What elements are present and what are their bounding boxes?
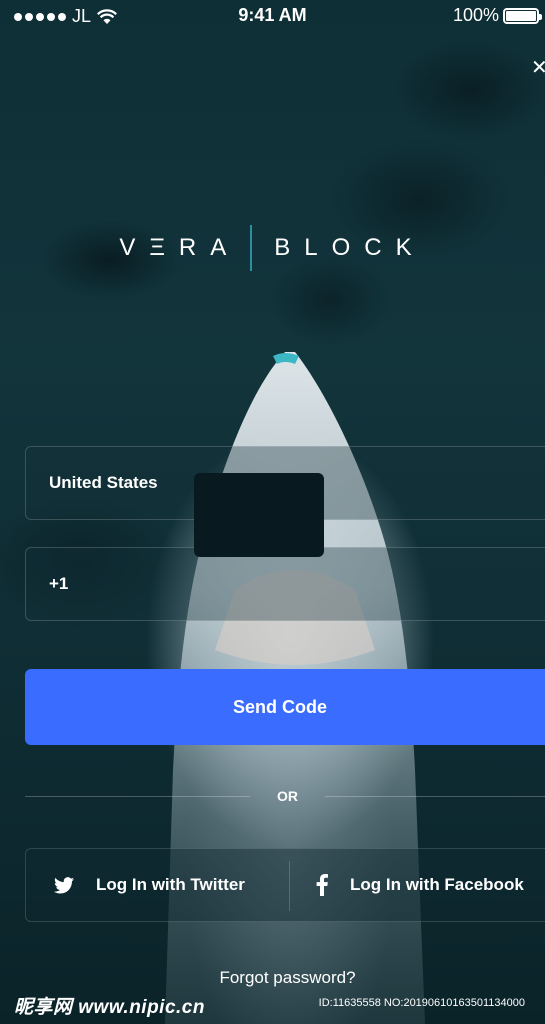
status-bar: JL 9:41 AM 100% [0,0,545,32]
phone-number-input[interactable]: +1 [25,547,545,621]
close-icon[interactable]: ✕ [531,55,545,80]
battery-icon [503,7,542,24]
logo-left-text: VΞRA [119,234,241,261]
logo-right-text: BLOCK [274,234,426,261]
social-login-panel: Log In with Twitter Log In with Facebook [25,848,545,922]
or-divider: OR [25,786,545,808]
watermark-id: ID:11635558 NO:20190610163501134000 [318,997,525,1009]
forgot-password-link[interactable]: Forgot password? [0,968,545,988]
social-divider [289,861,290,911]
country-value: United States [49,473,158,492]
twitter-login-button[interactable]: Log In with Twitter [54,849,245,921]
status-right: 100% [452,5,542,26]
facebook-icon [316,874,328,896]
or-text: OR [277,788,298,804]
or-line-right [325,796,545,797]
battery-percent: 100% [452,5,499,25]
phone-prefix: +1 [49,574,69,593]
send-code-label: Send Code [232,696,327,717]
logo-divider [250,225,253,271]
or-line-left [25,796,250,797]
facebook-login-button[interactable]: Log In with Facebook [316,849,524,921]
login-screen: JL 9:41 AM 100% ✕ VΞRA BLOCK United Stat… [0,0,545,1024]
watermark-site: 昵享网 www.nipic.cn [14,997,205,1018]
vera-block-logo: VΞRA BLOCK [0,225,545,271]
twitter-login-label: Log In with Twitter [96,875,245,894]
facebook-login-label: Log In with Facebook [350,875,524,894]
redaction-box [194,473,324,557]
send-code-button[interactable]: Send Code [25,669,545,745]
twitter-icon [54,876,74,893]
